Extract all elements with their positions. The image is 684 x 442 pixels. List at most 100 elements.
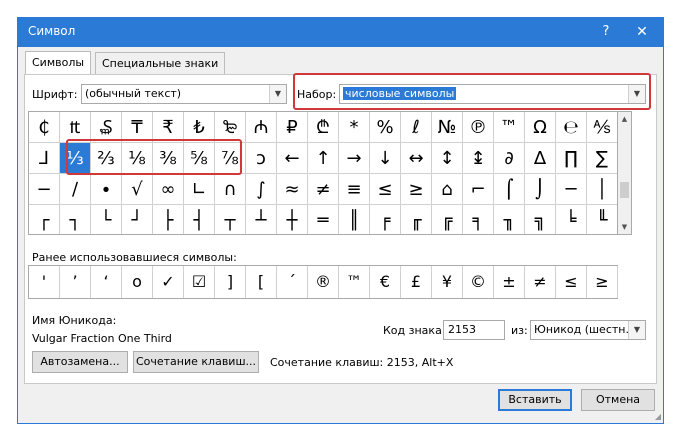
recent-symbol-cell[interactable]: £ (401, 266, 432, 298)
insert-button[interactable]: Вставить (498, 389, 572, 411)
symbol-cell[interactable]: ⌐ (463, 174, 494, 205)
symbol-cell[interactable]: ∂ (494, 143, 525, 174)
symbol-cell[interactable]: ┬ (215, 205, 246, 234)
recent-symbol-cell[interactable]: ´ (277, 266, 308, 298)
symbol-cell[interactable]: ╙ (587, 205, 617, 234)
symbol-cell[interactable]: ₻ (215, 112, 246, 143)
symbol-cell[interactable]: ₸ (122, 112, 153, 143)
symbol-cell[interactable]: ⌡ (525, 174, 556, 205)
symbol-cell[interactable]: │ (587, 174, 617, 205)
symbol-cell[interactable]: ∕ (60, 174, 91, 205)
symbol-cell[interactable]: ∟ (184, 174, 215, 205)
symbol-cell[interactable]: ⅝ (184, 143, 215, 174)
symbol-cell[interactable]: ↕ (432, 143, 463, 174)
recent-symbol-cell[interactable]: € (370, 266, 401, 298)
recent-symbol-cell[interactable]: © (463, 266, 494, 298)
symbol-cell[interactable]: ┤ (184, 205, 215, 234)
symbol-cell[interactable]: % (370, 112, 401, 143)
scroll-up-icon[interactable]: ▲ (618, 112, 631, 126)
symbol-cell[interactable]: ℗ (463, 112, 494, 143)
shortcut-key-button[interactable]: Сочетание клавиш... (133, 351, 259, 373)
symbol-cell[interactable]: ₵ (29, 112, 60, 143)
symbol-cell[interactable]: ═ (308, 205, 339, 234)
recent-symbol-cell[interactable]: o (122, 266, 153, 298)
symbol-cell[interactable]: ⅜ (153, 143, 184, 174)
symbol-cell[interactable]: ║ (339, 205, 370, 234)
tab-symbols[interactable]: Символы (25, 51, 92, 75)
symbol-cell[interactable]: ╒ (370, 205, 401, 234)
from-select[interactable]: Юникод (шестн.) ▼ (530, 320, 646, 340)
autocorrect-button[interactable]: Автозамена... (32, 351, 128, 373)
close-button[interactable]: ✕ (630, 22, 654, 42)
recent-symbol-cell[interactable]: ≤ (556, 266, 587, 298)
symbol-cell[interactable]: ₹ (153, 112, 184, 143)
cancel-button[interactable]: Отмена (581, 389, 655, 411)
symbol-cell[interactable]: ┐ (60, 205, 91, 234)
symbol-cell[interactable]: ⅔ (91, 143, 122, 174)
symbol-cell[interactable]: ⅞ (215, 143, 246, 174)
symbol-cell[interactable]: ℮ (556, 112, 587, 143)
resize-grip-icon[interactable]: ◢ (655, 412, 661, 421)
symbol-cell[interactable]: → (339, 143, 370, 174)
symbol-cell[interactable]: ≡ (339, 174, 370, 205)
chevron-down-icon[interactable]: ▼ (269, 85, 286, 103)
symbol-cell[interactable]: ╖ (494, 205, 525, 234)
symbol-cell[interactable]: ₼ (246, 112, 277, 143)
symbol-cell[interactable]: ╕ (463, 205, 494, 234)
symbol-cell[interactable]: ≠ (308, 174, 339, 205)
symbol-cell[interactable]: ∫ (246, 174, 277, 205)
symbol-cell[interactable]: ┴ (246, 205, 277, 234)
symbol-cell[interactable]: ≈ (277, 174, 308, 205)
symbol-cell[interactable]: ╗ (525, 205, 556, 234)
symbol-grid[interactable]: ₵ ₶ ₷ ₸ ₹ ₺ ₻ ₼ ₽ ₾ *% ℓ № ℗ ™ Ω ℮ ⅍ ⅃ ⅓ ⅔ ⅛ ⅜ ⅝ ⅞ ↄ ← ↑ → ↓ ↔ ↕ ↨ ∂ ∆ ∏ ∑ − ∕… (28, 111, 618, 235)
recent-symbol-cell[interactable]: ] (215, 266, 246, 298)
title-bar[interactable]: Символ ? ✕ (18, 18, 663, 47)
recent-symbol-cell[interactable]: ‘ (91, 266, 122, 298)
symbol-cell[interactable]: ╓ (401, 205, 432, 234)
symbol-cell[interactable]: № (432, 112, 463, 143)
symbol-cell[interactable]: ↔ (401, 143, 432, 174)
symbol-cell[interactable]: ↨ (463, 143, 494, 174)
symbol-cell[interactable]: ∏ (556, 143, 587, 174)
symbol-cell[interactable]: ≤ (370, 174, 401, 205)
symbol-cell[interactable]: ┘ (122, 205, 153, 234)
recent-symbol-cell[interactable]: ± (494, 266, 525, 298)
recent-symbol-cell[interactable]: ’ (60, 266, 91, 298)
symbol-cell[interactable]: ∑ (587, 143, 617, 174)
recent-symbol-cell[interactable]: ' (29, 266, 60, 298)
recent-symbol-cell[interactable]: ™ (339, 266, 370, 298)
symbol-cell[interactable]: ⅛ (122, 143, 153, 174)
symbol-cell[interactable]: ⅃ (29, 143, 60, 174)
symbol-cell[interactable]: ⌂ (432, 174, 463, 205)
symbol-cell[interactable]: ₷ (91, 112, 122, 143)
symbol-grid-scrollbar[interactable]: ▲ ▼ (618, 111, 632, 235)
scrollbar-thumb[interactable] (620, 182, 629, 198)
symbol-cell[interactable]: ↓ (370, 143, 401, 174)
symbol-cell[interactable]: √ (122, 174, 153, 205)
symbol-cell[interactable]: ₽ (277, 112, 308, 143)
recent-symbol-cell[interactable]: ® (308, 266, 339, 298)
recent-symbol-cell[interactable]: ✓ (153, 266, 184, 298)
symbol-cell[interactable]: − (29, 174, 60, 205)
symbol-cell[interactable]: ┌ (29, 205, 60, 234)
subset-select[interactable]: числовые символы ▼ (339, 84, 646, 104)
chevron-down-icon[interactable]: ▼ (628, 85, 645, 103)
font-select[interactable]: (обычный текст) ▼ (81, 84, 287, 104)
recent-symbol-cell[interactable]: ≠ (525, 266, 556, 298)
symbol-cell[interactable]: ← (277, 143, 308, 174)
symbol-cell[interactable]: ↑ (308, 143, 339, 174)
help-button[interactable]: ? (596, 22, 616, 42)
symbol-cell[interactable]: Ω (525, 112, 556, 143)
recent-symbol-cell[interactable]: [ (246, 266, 277, 298)
symbol-cell[interactable]: ┼ (277, 205, 308, 234)
char-code-input[interactable]: 2153 (443, 320, 505, 340)
symbol-cell[interactable]: └ (91, 205, 122, 234)
symbol-cell[interactable]: ™ (494, 112, 525, 143)
symbol-cell[interactable]: ⅓ (60, 143, 91, 174)
symbol-cell[interactable]: ╘ (556, 205, 587, 234)
symbol-cell[interactable]: ⅍ (587, 112, 617, 143)
symbol-cell[interactable]: ∆ (525, 143, 556, 174)
symbol-cell[interactable]: * (339, 112, 370, 143)
symbol-cell[interactable]: ↄ (246, 143, 277, 174)
recent-symbols[interactable]: '’ ‘o ✓ ☑][´ ® ™ € £ ¥ © ± ≠ ≤ ≥ (28, 265, 618, 299)
